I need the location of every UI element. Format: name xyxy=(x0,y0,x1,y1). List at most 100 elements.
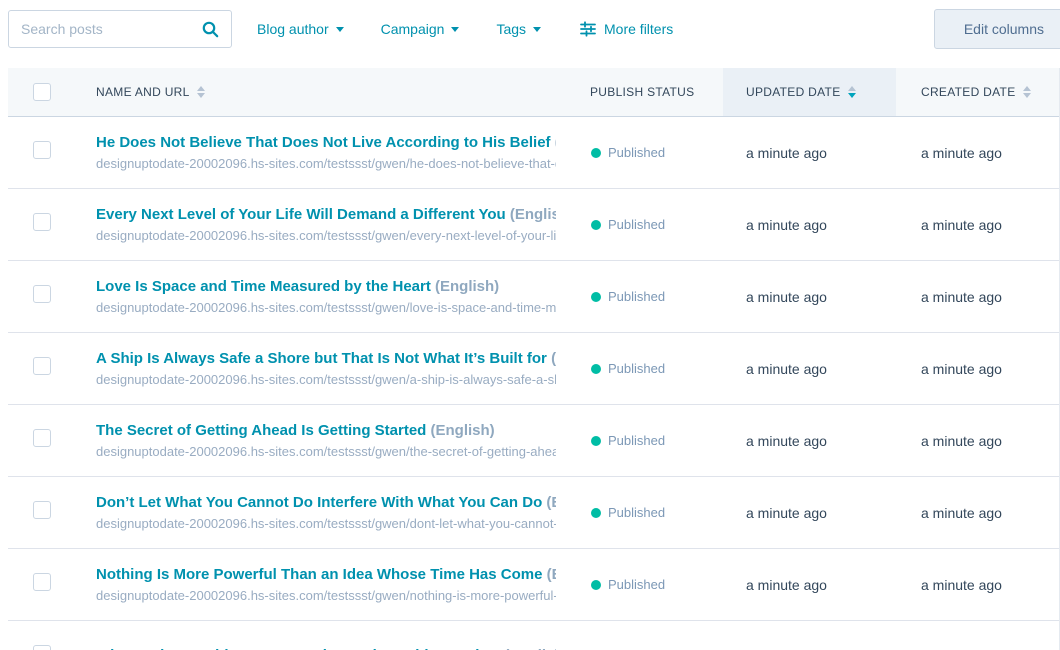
publish-status-cell: Published xyxy=(570,145,723,160)
post-url: designuptodate-20002096.hs-sites.com/tes… xyxy=(96,155,556,172)
filter-campaign-label: Campaign xyxy=(381,21,445,37)
row-select-cell xyxy=(8,645,96,650)
published-dot-icon xyxy=(591,292,601,302)
published-dot-icon xyxy=(591,436,601,446)
row-checkbox[interactable] xyxy=(33,357,51,375)
column-header-updated-label: UPDATED DATE xyxy=(746,85,841,99)
row-select-cell xyxy=(8,213,96,236)
more-filters-label: More filters xyxy=(604,21,673,37)
more-filters-button[interactable]: More filters xyxy=(580,21,673,37)
publish-status-cell: Published xyxy=(570,217,723,232)
post-title-link[interactable]: He Does Not Believe That Does Not Live A… xyxy=(96,133,556,153)
row-select-cell xyxy=(8,429,96,452)
post-title-text: Don’t Let What You Cannot Do Interfere W… xyxy=(96,494,542,511)
row-checkbox[interactable] xyxy=(33,213,51,231)
table-row: Every Next Level of Your Life Will Deman… xyxy=(8,189,1059,261)
post-language: (En… xyxy=(546,494,556,511)
sort-icon-active xyxy=(848,86,856,98)
filter-blog-author[interactable]: Blog author xyxy=(257,21,344,37)
publish-status-cell: Published xyxy=(570,577,723,592)
posts-table: NAME AND URL PUBLISH STATUS UPDATED DATE… xyxy=(8,68,1060,650)
created-date-cell: a minute ago xyxy=(896,289,1059,305)
filter-campaign[interactable]: Campaign xyxy=(381,21,460,37)
post-title-link[interactable]: Every Next Level of Your Life Will Deman… xyxy=(96,205,556,225)
created-date-cell: a minute ago xyxy=(896,217,1059,233)
published-dot-icon xyxy=(591,508,601,518)
post-name-cell: Love Is Space and Time Measured by the H… xyxy=(96,277,570,316)
updated-date-cell: a minute ago xyxy=(723,505,896,521)
created-date-cell: a minute ago xyxy=(896,433,1059,449)
table-row: Love Is Space and Time Measured by the H… xyxy=(8,261,1059,333)
post-title-link[interactable]: Nothing Is More Powerful Than an Idea Wh… xyxy=(96,565,556,585)
post-name-cell: A Ship Is Always Safe a Shore but That I… xyxy=(96,349,570,388)
created-date-cell: a minute ago xyxy=(896,505,1059,521)
table-row: A Ship Is Always Safe a Shore but That I… xyxy=(8,333,1059,405)
published-dot-icon xyxy=(591,580,601,590)
post-language: (English) xyxy=(435,278,499,295)
row-select-cell xyxy=(8,357,96,380)
post-title-text: Every Next Level of Your Life Will Deman… xyxy=(96,206,506,223)
post-url: designuptodate-20002096.hs-sites.com/tes… xyxy=(96,587,556,604)
post-title-link[interactable]: Don’t Let What You Cannot Do Interfere W… xyxy=(96,493,556,513)
row-checkbox[interactable] xyxy=(33,573,51,591)
row-checkbox[interactable] xyxy=(33,645,51,650)
row-select-cell xyxy=(8,501,96,524)
search-box[interactable] xyxy=(8,10,232,48)
row-select-cell xyxy=(8,573,96,596)
row-checkbox[interactable] xyxy=(33,429,51,447)
post-title-link[interactable]: Love Is Space and Time Measured by the H… xyxy=(96,277,556,297)
updated-date-cell: a minute ago xyxy=(723,289,896,305)
column-header-created[interactable]: CREATED DATE xyxy=(896,68,1059,116)
post-language: (En… xyxy=(555,134,556,151)
post-title-text: Love Is Space and Time Measured by the H… xyxy=(96,278,431,295)
table-row: Don’t Let What You Cannot Do Interfere W… xyxy=(8,477,1059,549)
updated-date-cell: a minute ago xyxy=(723,361,896,377)
post-language: (En… xyxy=(547,566,556,583)
published-dot-icon xyxy=(591,148,601,158)
publish-status-label: Published xyxy=(608,289,665,304)
search-input[interactable] xyxy=(21,21,194,37)
post-title-text: Who Looks Outside, Dreams, Who Looks Ins… xyxy=(96,647,500,650)
post-name-cell: Nothing Is More Powerful Than an Idea Wh… xyxy=(96,565,570,604)
column-header-status[interactable]: PUBLISH STATUS xyxy=(570,68,723,116)
post-language: (English) xyxy=(431,422,495,439)
post-title-link[interactable]: A Ship Is Always Safe a Shore but That I… xyxy=(96,349,556,369)
publish-status-label: Published xyxy=(608,217,665,232)
row-checkbox[interactable] xyxy=(33,285,51,303)
post-title-link[interactable]: The Secret of Getting Ahead Is Getting S… xyxy=(96,421,556,441)
row-select-cell xyxy=(8,141,96,164)
row-select-cell xyxy=(8,285,96,308)
updated-date-cell: a minute ago xyxy=(723,217,896,233)
search-button[interactable] xyxy=(194,21,219,38)
row-checkbox[interactable] xyxy=(33,141,51,159)
table-row: The Secret of Getting Ahead Is Getting S… xyxy=(8,405,1059,477)
publish-status-cell: Published xyxy=(570,433,723,448)
post-url: designuptodate-20002096.hs-sites.com/tes… xyxy=(96,515,556,532)
column-header-status-label: PUBLISH STATUS xyxy=(590,85,694,99)
updated-date-cell: a minute ago xyxy=(723,145,896,161)
post-name-cell: He Does Not Believe That Does Not Live A… xyxy=(96,133,570,172)
updated-date-cell: a minute ago xyxy=(723,433,896,449)
publish-status-cell: Published xyxy=(570,505,723,520)
chevron-down-icon xyxy=(451,27,459,32)
row-checkbox[interactable] xyxy=(33,501,51,519)
column-header-name-label: NAME AND URL xyxy=(96,85,190,99)
published-dot-icon xyxy=(591,364,601,374)
publish-status-label: Published xyxy=(608,145,665,160)
filter-toolbar: Blog author Campaign Tags More filters E… xyxy=(0,0,1060,58)
sliders-icon xyxy=(580,21,596,37)
post-name-cell: The Secret of Getting Ahead Is Getting S… xyxy=(96,421,570,460)
filter-tags[interactable]: Tags xyxy=(496,21,541,37)
table-row: Nothing Is More Powerful Than an Idea Wh… xyxy=(8,549,1059,621)
post-language: (English) xyxy=(510,206,556,223)
column-header-updated[interactable]: UPDATED DATE xyxy=(723,68,896,116)
select-all-checkbox[interactable] xyxy=(33,83,51,101)
table-row: Who Looks Outside, Dreams, Who Looks Ins… xyxy=(8,621,1059,650)
post-title-text: The Secret of Getting Ahead Is Getting S… xyxy=(96,422,426,439)
post-url: designuptodate-20002096.hs-sites.com/tes… xyxy=(96,227,556,244)
created-date-cell: a minute ago xyxy=(896,361,1059,377)
post-title-link[interactable]: Who Looks Outside, Dreams, Who Looks Ins… xyxy=(96,646,556,650)
post-title-text: A Ship Is Always Safe a Shore but That I… xyxy=(96,350,547,367)
column-header-name[interactable]: NAME AND URL xyxy=(96,68,570,116)
edit-columns-button[interactable]: Edit columns xyxy=(934,9,1060,49)
